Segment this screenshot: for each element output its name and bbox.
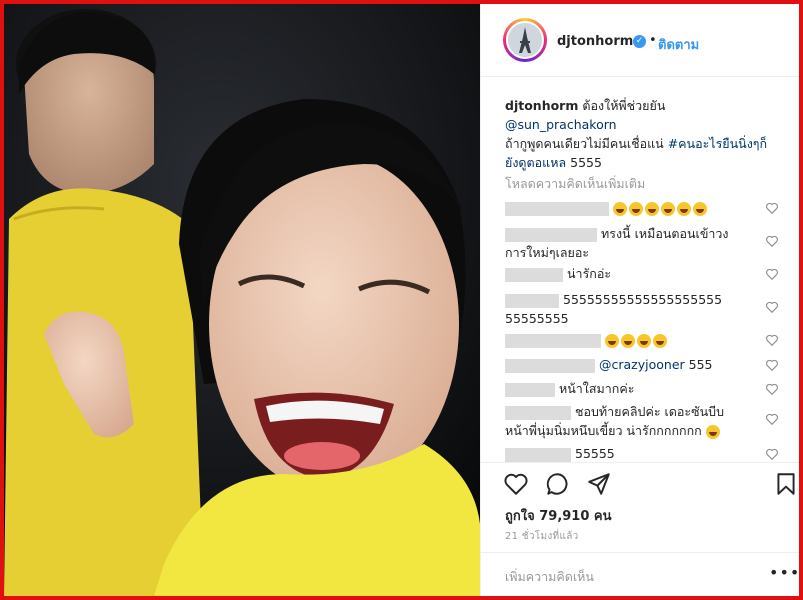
grin-emoji-icon [613,201,627,216]
comment-item [505,330,795,349]
grin-emoji-icon [645,201,659,216]
more-options-icon[interactable]: ••• [769,563,799,582]
redacted-username [505,333,601,348]
grin-emoji-icon [677,201,691,216]
header-separator: • [649,33,657,48]
redacted-username [505,267,563,282]
header-username[interactable]: djtonhorm [557,34,633,49]
grin-emoji-icon [661,201,675,216]
story-ring[interactable] [503,18,547,62]
comment-text: หน้าใสมากค่ะ [559,381,635,396]
comment-item: หน้าใสมากค่ะ [505,379,795,398]
comment-like-heart-icon[interactable] [765,234,779,248]
comment-like-heart-icon[interactable] [765,201,779,215]
post-video[interactable] [4,4,480,596]
eiffel-tower-avatar-icon [506,21,544,59]
comment-like-heart-icon[interactable] [765,447,779,461]
screenshot-frame: djtonhorm ✓ • ติดตาม djtonhorm ต้องให้พี… [0,0,803,600]
comment-item: น่ารักอ่ะ [505,264,795,283]
likes-count[interactable]: ถูกใจ 79,910 คน [505,505,612,526]
comment-like-heart-icon[interactable] [765,412,779,426]
video-frame-illustration [4,4,480,596]
redacted-username [505,447,571,462]
comment-input[interactable]: เพิ่มความคิดเห็น [505,567,594,587]
comment-item: ทรงนี้ เหมือนตอนเข้าวงการใหม่ๆเลยอะ [505,224,745,262]
comment-item: ชอบท้ายคลิปค่ะ เดอะซันบีบหน้าพี่นุ่มนิ่ม… [505,402,740,440]
comment-like-heart-icon[interactable] [765,300,779,314]
grin-emoji-icon [693,201,707,216]
comment-text: น่ารักอ่ะ [567,266,612,281]
comment-mention[interactable]: @crazyjooner [599,357,685,372]
caption-line2: ถ้ากูพูดคนเดียวไม่มีคนเชื่อแน่ [505,136,664,151]
comment-like-heart-icon[interactable] [765,358,779,372]
load-more-comments[interactable]: โหลดความคิดเห็นเพิ่มเติม [505,174,645,194]
comment-like-heart-icon[interactable] [765,333,779,347]
share-icon[interactable] [586,471,612,497]
redacted-username [505,227,597,242]
comment-like-heart-icon[interactable] [765,267,779,281]
post-caption: djtonhorm ต้องให้พี่ช่วยยัน @sun_prachak… [505,96,777,172]
comment-item: 5555555555555555555555555555 [505,290,727,328]
post-actions: ถูกใจ 79,910 คน 21 ชั่วโมงที่แล้ว [481,462,799,553]
comments-section[interactable]: djtonhorm ต้องให้พี่ช่วยยัน @sun_prachak… [481,76,799,462]
post-side-panel: djtonhorm ✓ • ติดตาม djtonhorm ต้องให้พี… [480,4,799,596]
redacted-username [505,382,555,397]
comment-item: 55555 [505,444,795,462]
grin-emoji-icon [605,333,619,348]
post-header: djtonhorm ✓ • ติดตาม [481,4,799,77]
comment-item [505,198,795,217]
bookmark-icon[interactable] [773,471,799,497]
comment-text: 555 [688,357,713,372]
caption-line1: ต้องให้พี่ช่วยยัน [582,98,666,113]
redacted-username [505,405,571,420]
add-comment-bar: เพิ่มความคิดเห็น ••• [481,552,799,596]
comment-text: 55555 [575,446,615,461]
grin-emoji-icon [637,333,651,348]
comment-item: @crazyjooner 555 [505,355,795,374]
grin-emoji-icon [653,333,667,348]
post-timestamp: 21 ชั่วโมงที่แล้ว [505,531,579,542]
redacted-username [505,201,609,216]
caption-line3: 5555 [570,155,602,170]
redacted-username [505,293,559,308]
comment-like-heart-icon[interactable] [765,382,779,396]
redacted-username [505,358,595,373]
caption-username[interactable]: djtonhorm [505,98,578,113]
grin-emoji-icon [629,201,643,216]
woman-figure [154,99,480,596]
follow-button[interactable]: ติดตาม [658,34,699,55]
verified-badge-icon: ✓ [633,35,646,48]
grin-emoji-icon [705,424,720,439]
caption-mention[interactable]: @sun_prachakorn [505,117,617,132]
comment-icon[interactable] [545,471,571,497]
heart-icon[interactable] [503,471,529,497]
grin-emoji-icon [621,333,635,348]
